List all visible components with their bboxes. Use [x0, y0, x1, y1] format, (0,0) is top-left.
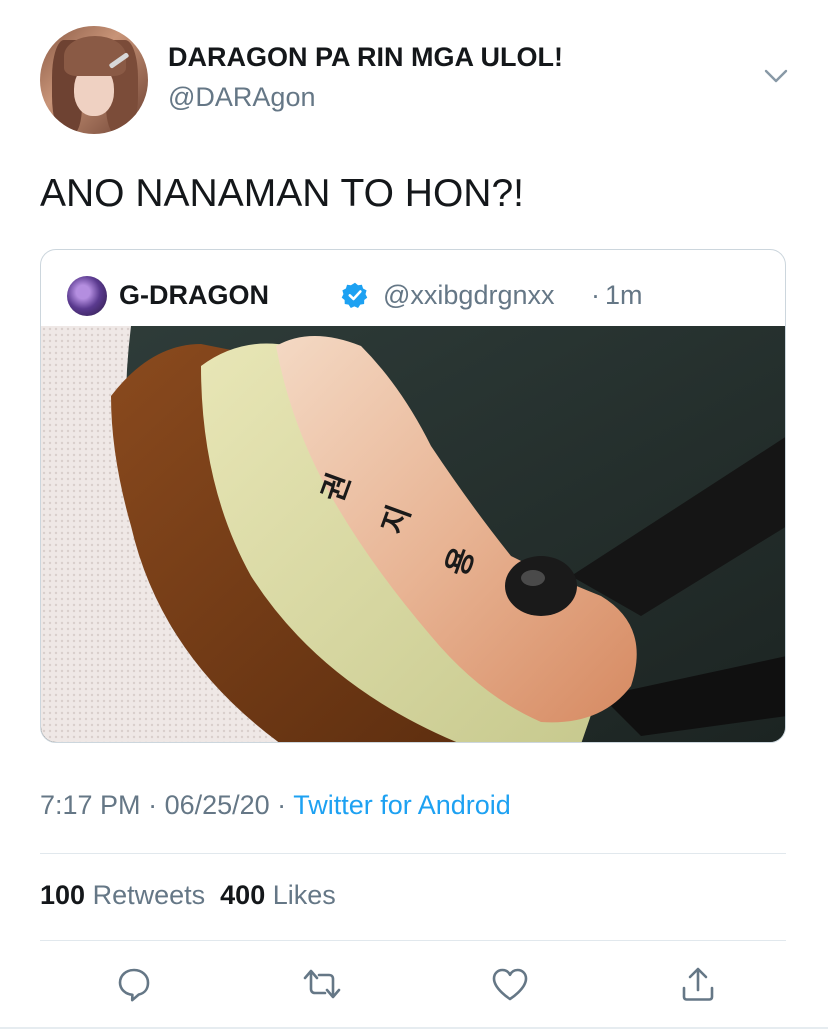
quoted-author-name: G-DRAGON	[119, 280, 269, 310]
quoted-timestamp: 1m	[605, 280, 643, 310]
tweet-date[interactable]: 06/25/20	[165, 790, 270, 820]
retweets-count: 100	[40, 880, 86, 910]
retweet-icon[interactable]	[300, 962, 344, 1006]
tweet-time: 7:17 PM	[40, 790, 141, 820]
author-avatar[interactable]	[40, 26, 148, 134]
verified-badge-icon	[341, 282, 368, 308]
quoted-author-avatar	[67, 276, 107, 316]
share-icon[interactable]	[676, 962, 720, 1006]
author-handle[interactable]: @DARAgon	[168, 82, 315, 113]
likes-count: 400	[220, 880, 266, 910]
divider	[40, 853, 786, 854]
divider	[40, 940, 786, 941]
quoted-tweet-header: G-DRAGON @xxibgdrgnxx · 1m	[41, 250, 785, 326]
quoted-author-handle: @xxibgdrgnxx	[383, 280, 555, 310]
tweet-text: ANO NANAMAN TO HON?!	[40, 172, 524, 215]
reply-icon[interactable]	[112, 962, 156, 1006]
chevron-down-icon[interactable]	[760, 64, 792, 88]
author-display-name[interactable]: DARAGON PA RIN MGA ULOL!	[168, 42, 563, 73]
heart-icon[interactable]	[488, 962, 532, 1006]
quoted-tweet-card[interactable]: G-DRAGON @xxibgdrgnxx · 1m 권 지 용	[40, 249, 786, 743]
quoted-tweet-photo[interactable]: 권 지 용	[41, 326, 785, 742]
tweet-metadata: 7:17 PM · 06/25/20 · Twitter for Android	[40, 790, 511, 821]
tweet-source-link[interactable]: Twitter for Android	[293, 790, 511, 820]
meta-separator: ·	[140, 790, 165, 820]
likes-stat[interactable]: 400 Likes	[220, 880, 336, 910]
retweets-stat[interactable]: 100 Retweets	[40, 880, 205, 910]
tweet-stats: 100 Retweets 400 Likes	[40, 880, 336, 911]
retweets-label: Retweets	[92, 880, 206, 910]
avatar-bangs	[64, 36, 126, 76]
likes-label: Likes	[272, 880, 336, 910]
dental-model-photo: 권 지 용	[41, 326, 785, 742]
meta-separator: ·	[269, 790, 294, 820]
quoted-separator: ·	[591, 280, 600, 310]
